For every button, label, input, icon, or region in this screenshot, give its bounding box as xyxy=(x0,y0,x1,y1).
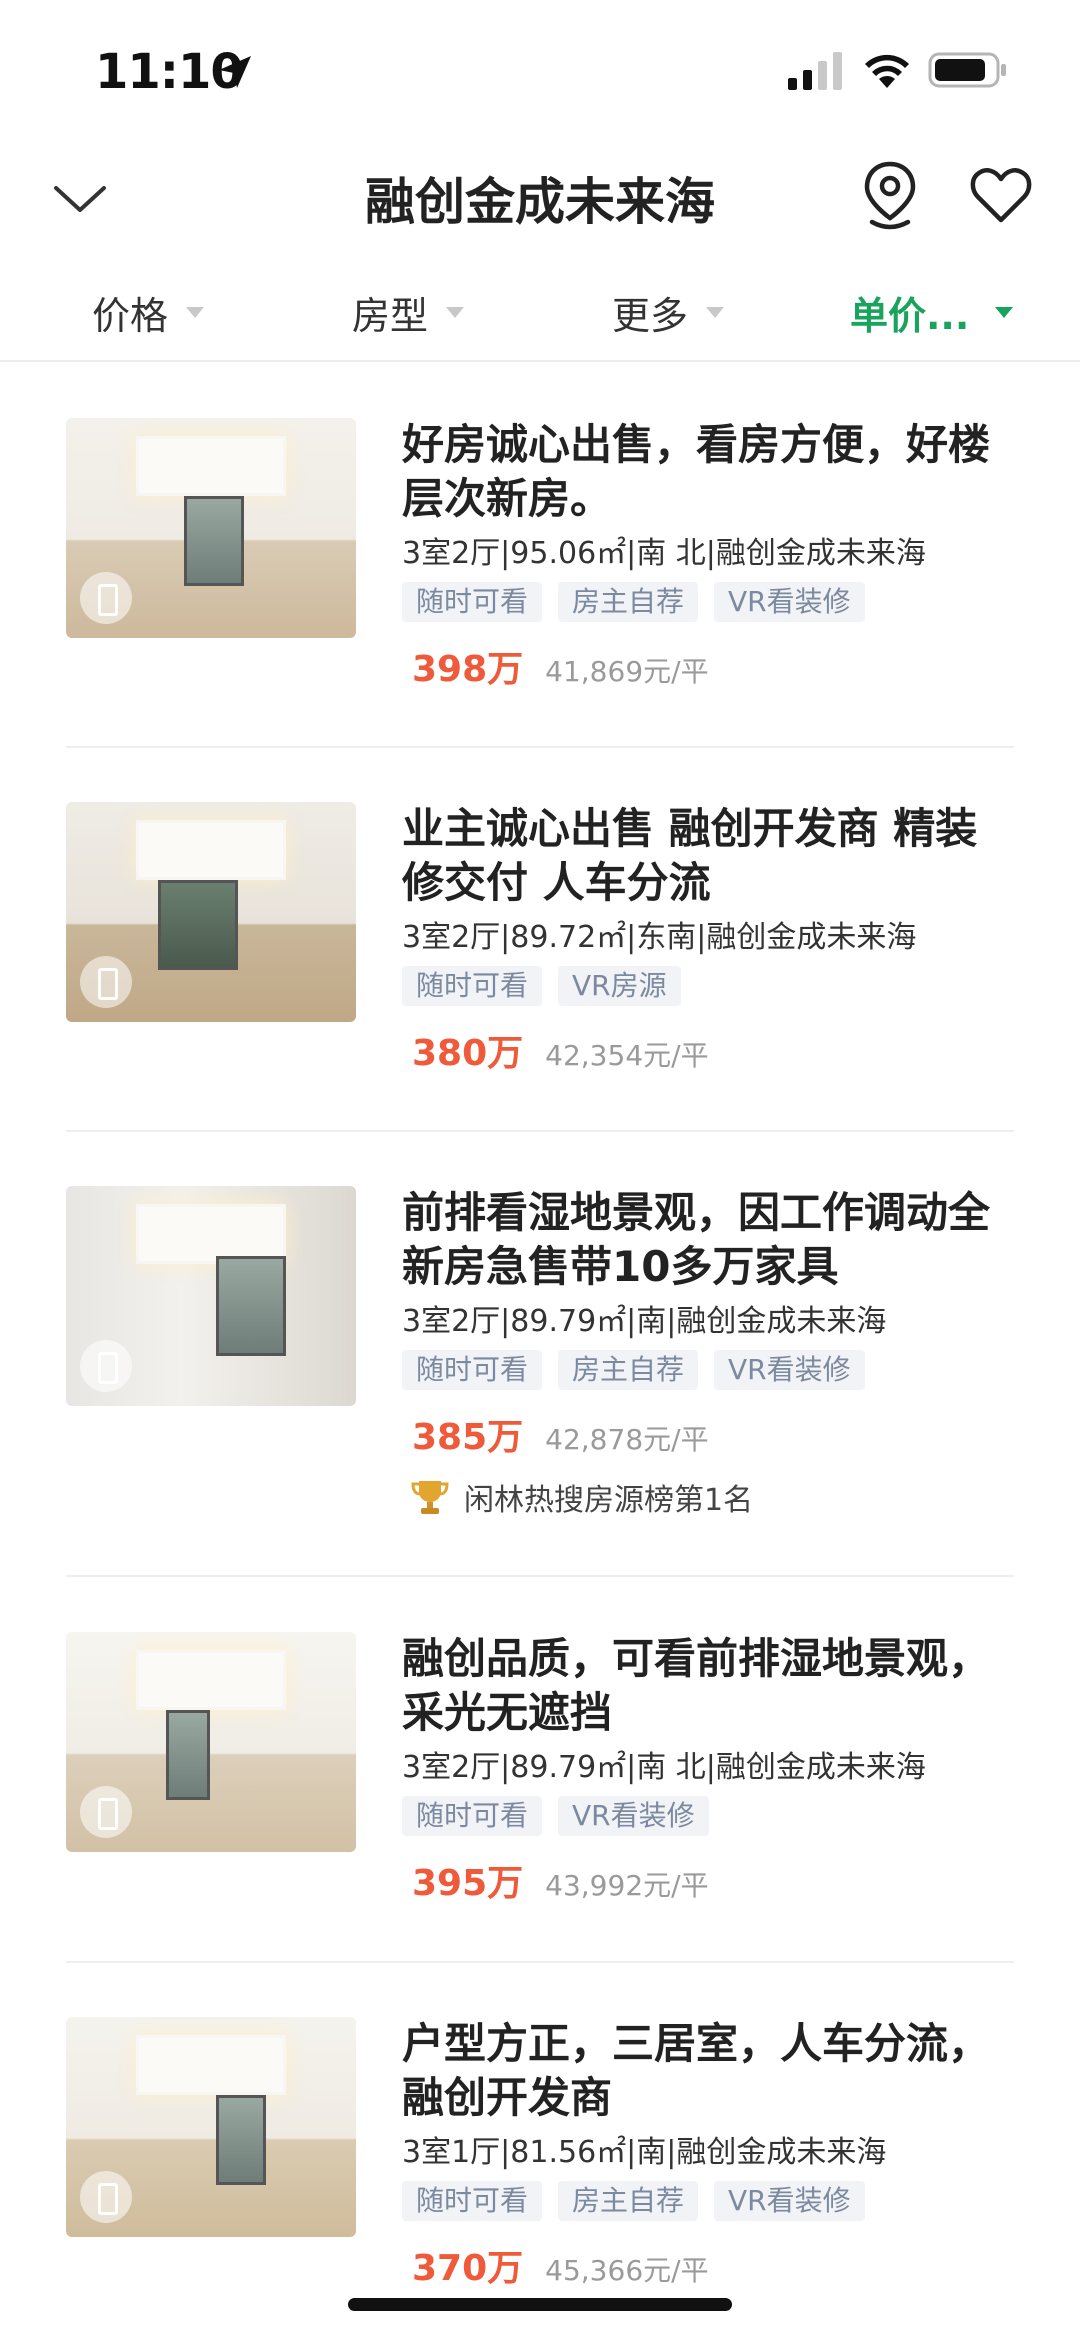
rank-text: 闲林热搜房源榜第1名 xyxy=(464,1483,754,1518)
location-arrow-icon xyxy=(219,56,251,88)
caret-down-icon xyxy=(446,306,465,318)
map-pin-icon[interactable] xyxy=(862,160,918,232)
listing-tag: 房主自荐 xyxy=(558,2181,699,2221)
listing-title: 好房诚心出售，看房方便，好楼层次新房。 xyxy=(402,420,991,523)
listing-tag: 房主自荐 xyxy=(558,582,699,622)
listing-photo[interactable] xyxy=(66,802,356,1022)
listing-price: 370万 xyxy=(412,2248,524,2289)
listing-meta: 3室2厅|89.79㎡|南|融创金成未来海 xyxy=(402,1304,887,1339)
listing-tag: 随时可看 xyxy=(402,2181,543,2221)
listing-card[interactable]: 好房诚心出售，看房方便，好楼层次新房。 3室2厅|95.06㎡|南 北|融创金成… xyxy=(66,418,1014,708)
listing-card[interactable]: 业主诚心出售 融创开发商 精装修交付 人车分流 3室2厅|89.72㎡|东南|融… xyxy=(66,802,1014,1092)
vr-icon xyxy=(80,572,132,624)
listing-unit-price: 42,878元/平 xyxy=(545,1423,709,1456)
vr-icon xyxy=(80,1340,132,1392)
filter-unit-price[interactable]: 单价... xyxy=(850,284,1014,340)
filter-more[interactable]: 更多 xyxy=(612,284,725,340)
filter-layout[interactable]: 房型 xyxy=(352,284,465,340)
listing-title: 业主诚心出售 融创开发商 精装修交付 人车分流 xyxy=(402,804,978,907)
listing-tag: VR看装修 xyxy=(714,2181,865,2221)
listing-price: 395万 xyxy=(412,1863,524,1904)
listing-tag: 房主自荐 xyxy=(558,1350,699,1390)
listing-title: 融创品质，可看前排湿地景观，采光无遮挡 xyxy=(402,1634,991,1737)
nav-bar: 融创金成未来海 xyxy=(0,140,1080,260)
listing-tag: VR看装修 xyxy=(558,1796,709,1836)
filter-label: 更多 xyxy=(612,293,689,338)
listing-tag: 随时可看 xyxy=(402,966,543,1006)
status-bar: 11:10 xyxy=(0,0,1080,140)
listing-meta: 3室2厅|89.79㎡|南 北|融创金成未来海 xyxy=(402,1750,926,1785)
wifi-icon xyxy=(865,54,909,88)
filter-bar: 价格 房型 更多 单价... xyxy=(0,262,1080,362)
listing-price: 385万 xyxy=(412,1417,524,1458)
divider xyxy=(66,1961,1014,1963)
listing-unit-price: 42,354元/平 xyxy=(545,1039,709,1072)
listing-unit-price: 41,869元/平 xyxy=(545,655,709,688)
listing-tag: VR看装修 xyxy=(714,1350,865,1390)
listing-card[interactable]: 户型方正，三居室，人车分流，融创开发商 3室1厅|81.56㎡|南|融创金成未来… xyxy=(66,2017,1014,2307)
listing-tag: VR房源 xyxy=(558,966,681,1006)
listing-price: 398万 xyxy=(412,649,524,690)
caret-down-icon xyxy=(706,306,725,318)
listing-photo[interactable] xyxy=(66,418,356,638)
listing-meta: 3室2厅|89.72㎡|东南|融创金成未来海 xyxy=(402,920,917,955)
divider xyxy=(66,1130,1014,1132)
vr-icon xyxy=(80,956,132,1008)
listing-card[interactable]: 前排看湿地景观，因工作调动全新房急售带10多万家具 3室2厅|89.79㎡|南|… xyxy=(66,1186,1014,1536)
heart-icon[interactable] xyxy=(970,166,1032,226)
listing-price: 380万 xyxy=(412,1033,524,1074)
listing-title: 户型方正，三居室，人车分流，融创开发商 xyxy=(402,2019,991,2122)
listing-meta: 3室1厅|81.56㎡|南|融创金成未来海 xyxy=(402,2135,887,2170)
listing-photo[interactable] xyxy=(66,2017,356,2237)
rank-badge[interactable]: 闲林热搜房源榜第1名 xyxy=(402,1474,1014,1520)
listing-tag: 随时可看 xyxy=(402,1796,543,1836)
listing-photo[interactable] xyxy=(66,1186,356,1406)
listing-unit-price: 45,366元/平 xyxy=(545,2254,709,2287)
filter-label: 价格 xyxy=(92,293,169,338)
home-indicator[interactable] xyxy=(348,2298,732,2311)
listing-tag: 随时可看 xyxy=(402,582,543,622)
trophy-icon xyxy=(411,1481,449,1514)
filter-label: 单价... xyxy=(850,293,970,338)
caret-down-icon xyxy=(186,306,205,318)
listing-tag: VR看装修 xyxy=(714,582,865,622)
listing-card[interactable]: 融创品质，可看前排湿地景观，采光无遮挡 3室2厅|89.79㎡|南 北|融创金成… xyxy=(66,1632,1014,1922)
filter-price[interactable]: 价格 xyxy=(92,284,205,340)
battery-icon xyxy=(928,52,1006,88)
listing-tag: 随时可看 xyxy=(402,1350,543,1390)
divider xyxy=(66,746,1014,748)
listing-meta: 3室2厅|95.06㎡|南 北|融创金成未来海 xyxy=(402,536,926,571)
filter-label: 房型 xyxy=(352,293,429,338)
listing-title: 前排看湿地景观，因工作调动全新房急售带10多万家具 xyxy=(402,1188,991,1291)
caret-down-icon xyxy=(995,306,1014,318)
listing-unit-price: 43,992元/平 xyxy=(545,1869,709,1902)
cellular-signal-icon xyxy=(788,52,842,90)
listing-photo[interactable] xyxy=(66,1632,356,1852)
divider xyxy=(66,1575,1014,1577)
page-title: 融创金成未来海 xyxy=(365,173,715,231)
vr-icon xyxy=(80,1786,132,1838)
vr-icon xyxy=(80,2171,132,2223)
